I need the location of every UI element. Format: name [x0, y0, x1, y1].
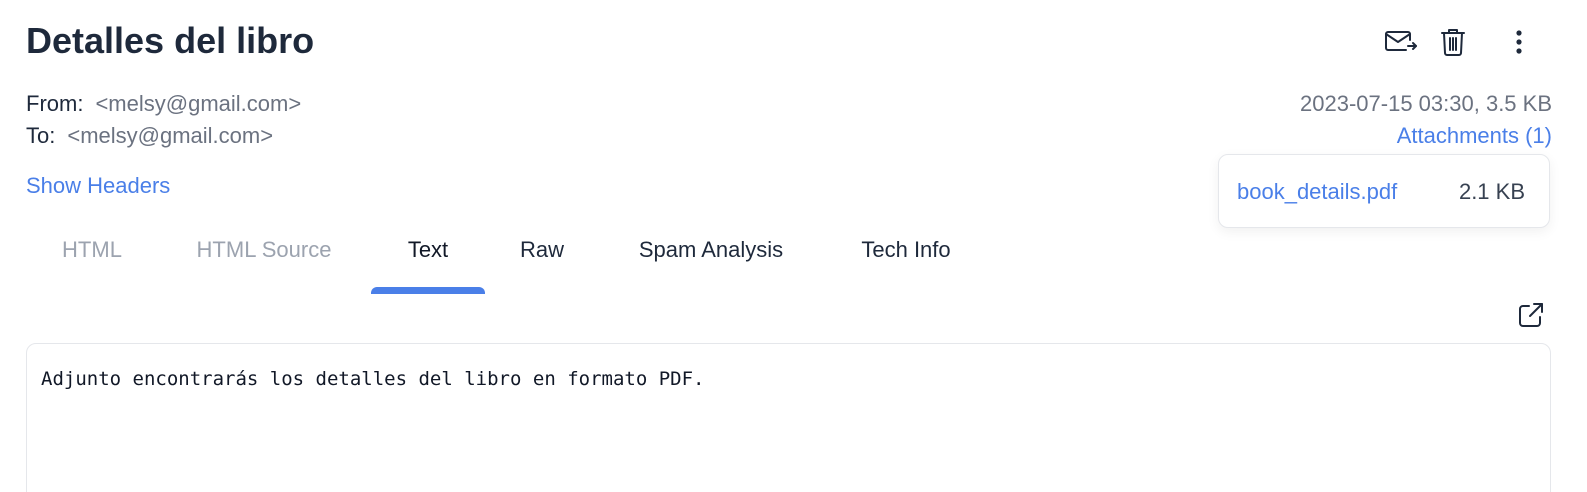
- open-external-button[interactable]: [1517, 301, 1545, 329]
- tab-text-label: Text: [407, 237, 449, 262]
- more-vertical-icon: [1516, 30, 1522, 54]
- tab-text[interactable]: Text: [371, 224, 485, 294]
- active-tab-indicator: [371, 287, 485, 294]
- delete-button[interactable]: [1435, 24, 1471, 60]
- from-label: From:: [26, 91, 84, 116]
- tab-raw[interactable]: Raw: [499, 224, 585, 294]
- message-body: Adjunto encontrarás los detalles del lib…: [26, 343, 1551, 492]
- tab-tech-info[interactable]: Tech Info: [841, 224, 971, 294]
- to-address: <melsy@gmail.com>: [67, 123, 274, 148]
- more-options-button[interactable]: [1501, 24, 1537, 60]
- attachments-link[interactable]: Attachments (1): [1397, 122, 1552, 150]
- tab-html-source[interactable]: HTML Source: [172, 224, 356, 294]
- from-address: <melsy@gmail.com>: [95, 91, 302, 116]
- show-headers-link[interactable]: Show Headers: [26, 172, 170, 200]
- message-body-text: Adjunto encontrarás los detalles del lib…: [41, 368, 705, 390]
- page-title: Detalles del libro: [26, 20, 315, 61]
- message-view: Detalles del libro From: <melsy@gmail.co…: [0, 0, 1587, 492]
- external-link-icon: [1519, 303, 1543, 327]
- trash-icon: [1441, 29, 1465, 56]
- attachment-link[interactable]: book_details.pdf: [1237, 178, 1397, 206]
- forward-button[interactable]: [1383, 24, 1419, 60]
- to-label: To:: [26, 123, 56, 148]
- view-tabs: HTML HTML Source Text Raw Spam Analysis …: [26, 224, 1026, 294]
- to-row: To: <melsy@gmail.com>: [26, 122, 273, 150]
- tab-html[interactable]: HTML: [26, 224, 158, 294]
- message-actions: [1367, 24, 1587, 60]
- message-date-size: 2023-07-15 03:30, 3.5 KB: [1300, 91, 1552, 116]
- forward-mail-icon: [1385, 31, 1417, 51]
- from-row: From: <melsy@gmail.com>: [26, 90, 301, 118]
- attachments-popup: book_details.pdf 2.1 KB: [1218, 154, 1550, 228]
- attachment-size: 2.1 KB: [1458, 179, 1525, 204]
- tab-spam-analysis[interactable]: Spam Analysis: [616, 224, 806, 294]
